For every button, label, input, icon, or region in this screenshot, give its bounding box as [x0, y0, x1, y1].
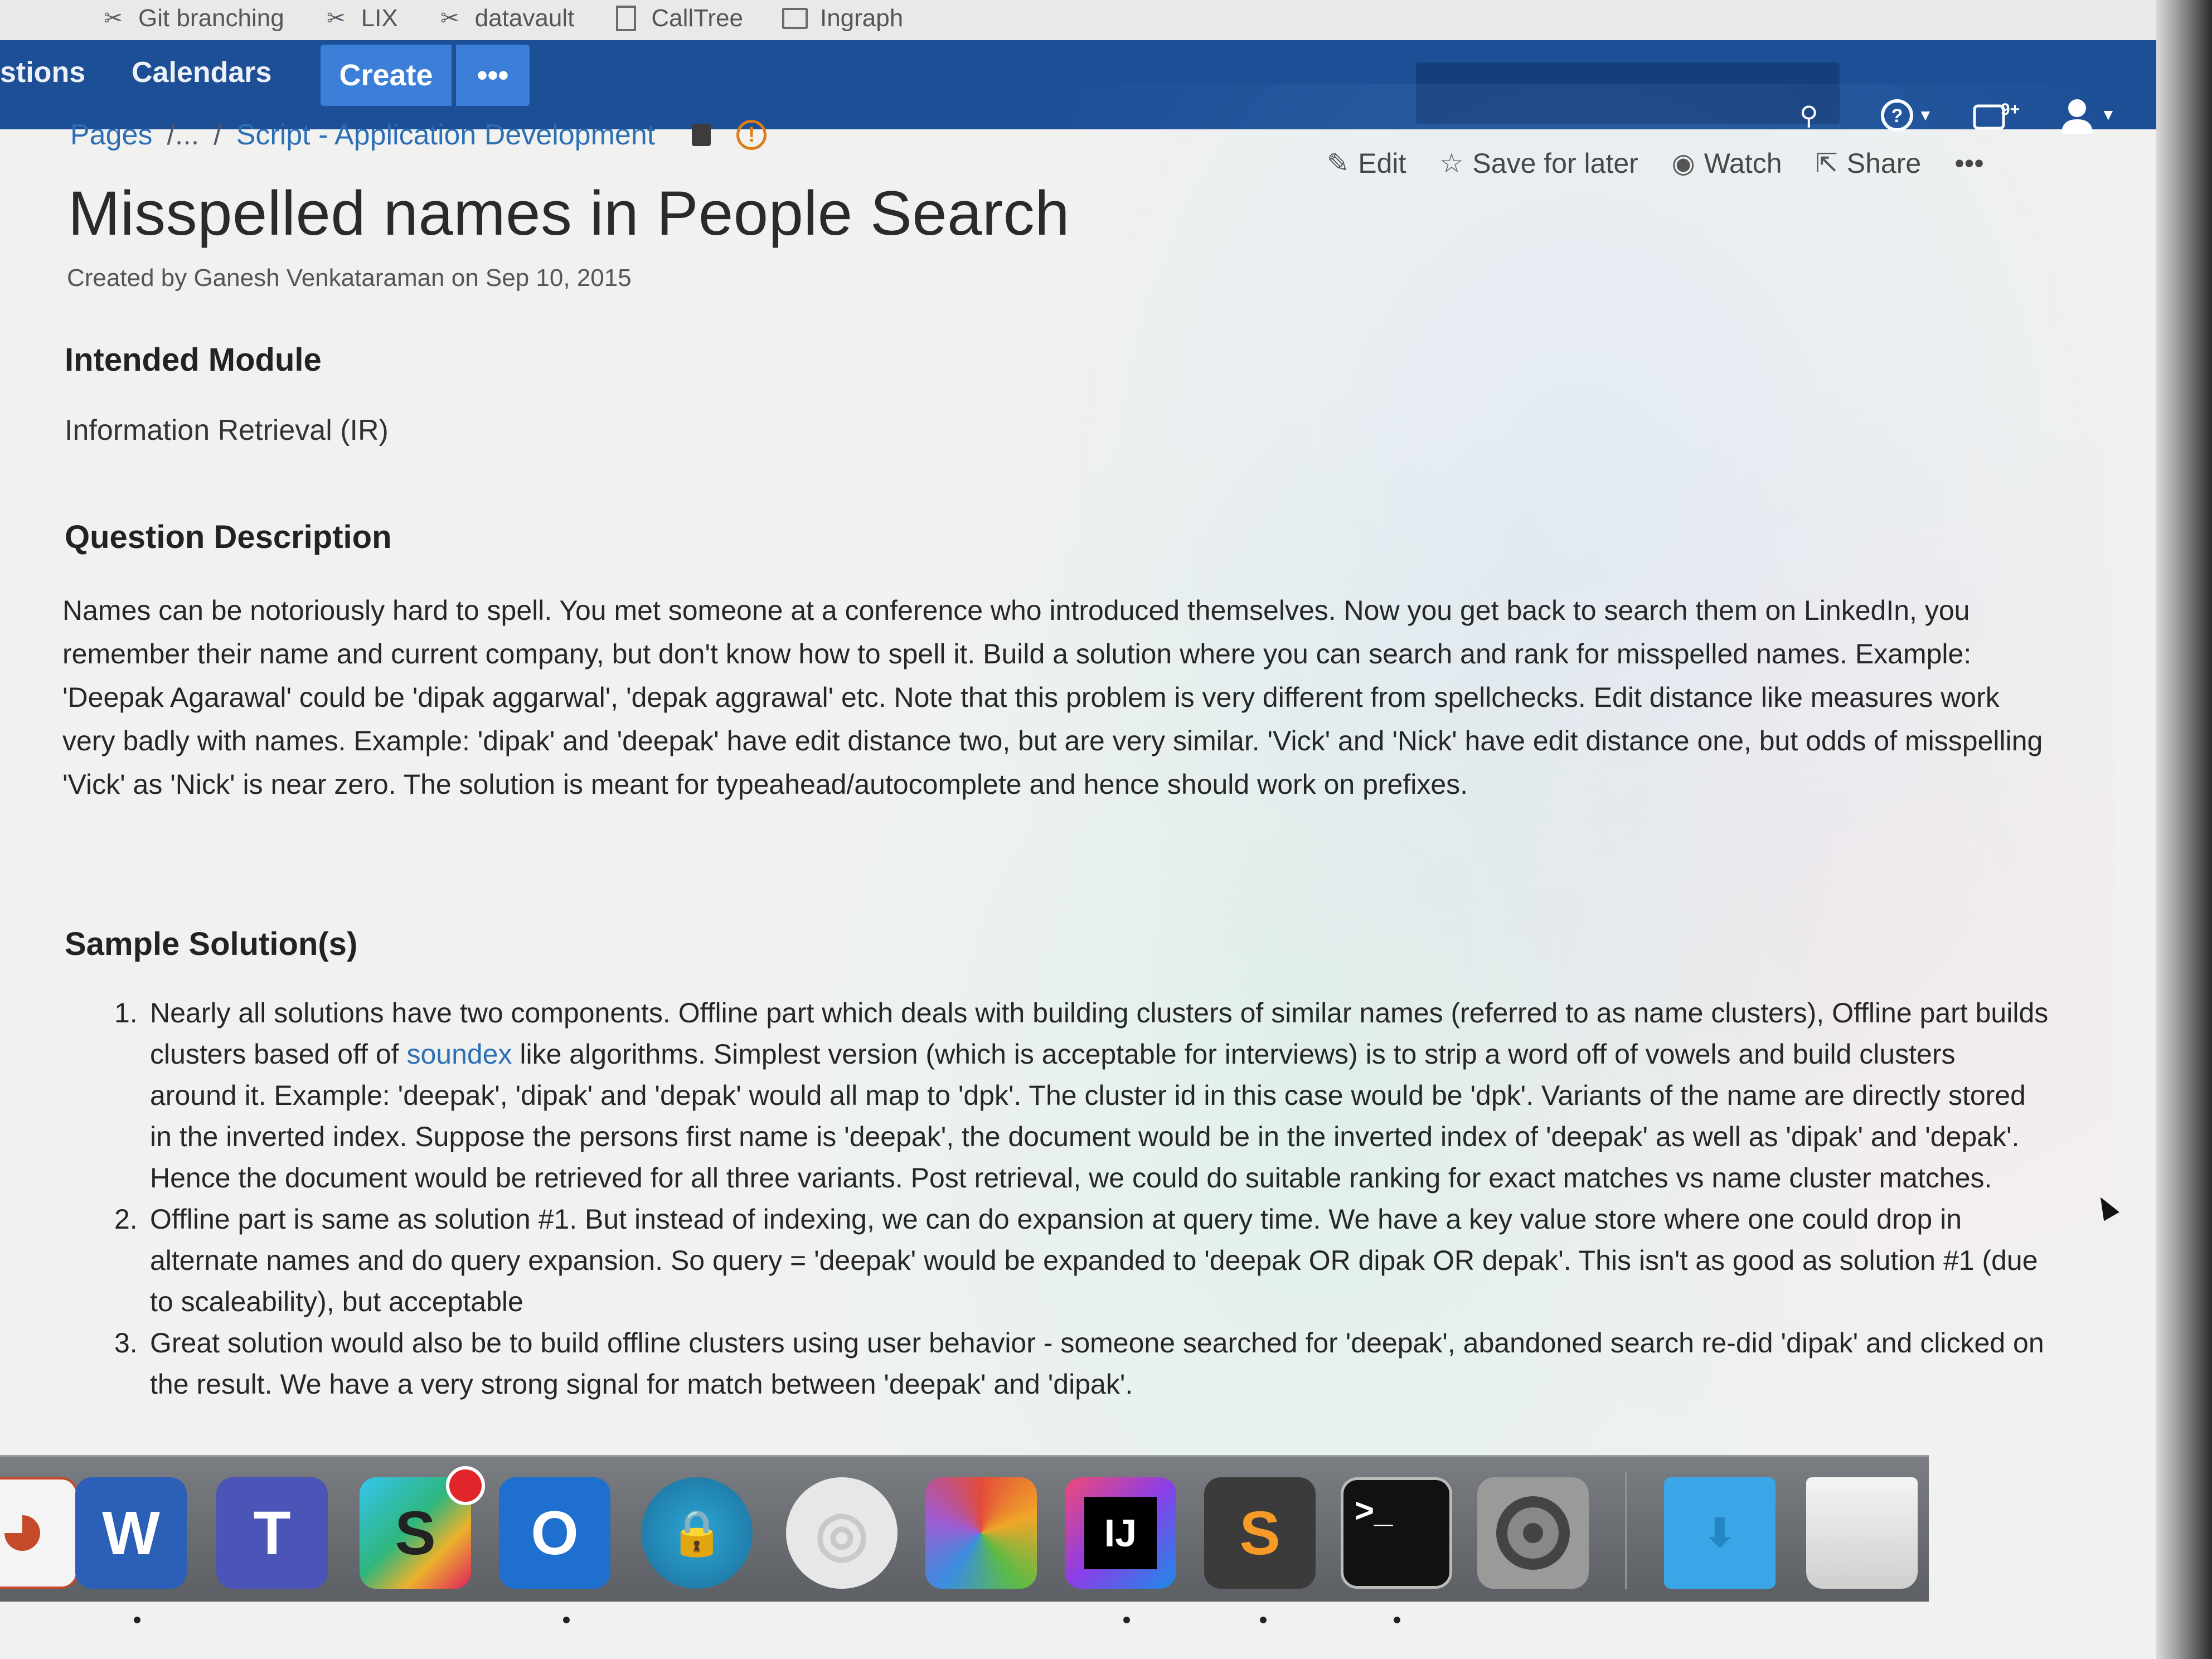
chevron-down-icon: ▼: [1918, 106, 1933, 124]
bookmark-git-branching[interactable]: ✂ Git branching: [100, 4, 284, 40]
bookmarks-bar: ✂ Git branching ✂ LIX ✂ datavault CallTr…: [0, 0, 2156, 40]
sample-solutions-heading: Sample Solution(s): [65, 926, 358, 962]
list-item: 1. Nearly all solutions have two compone…: [114, 992, 2049, 1199]
question-description-text: Names can be notoriously hard to spell. …: [62, 595, 2043, 800]
save-for-later-label: Save for later: [1472, 148, 1638, 179]
list-item-number: 2.: [114, 1204, 138, 1235]
running-indicator: [563, 1617, 570, 1623]
intended-module-heading: Intended Module: [65, 342, 322, 378]
chevron-down-icon: ▼: [2101, 106, 2116, 123]
watch-button[interactable]: ◉ Watch: [1672, 147, 1782, 180]
list-item-number: 3.: [114, 1327, 138, 1359]
terminal-icon[interactable]: >_: [1341, 1477, 1452, 1589]
teams-icon[interactable]: T: [216, 1477, 328, 1589]
intellij-icon[interactable]: IJ: [1065, 1477, 1176, 1589]
sublime-icon[interactable]: S: [1204, 1477, 1316, 1589]
breadcrumb-separator: /: [214, 119, 222, 151]
star-icon: ☆: [1439, 149, 1464, 178]
share-label: Share: [1846, 148, 1922, 179]
dock-separator: [1625, 1472, 1627, 1589]
breadcrumb-current[interactable]: Script - Application Development: [236, 118, 656, 152]
outlook-icon[interactable]: O: [499, 1477, 610, 1589]
trash-icon[interactable]: [1806, 1477, 1918, 1589]
create-button[interactable]: Create: [321, 45, 452, 106]
tool-icon: ✂: [326, 6, 346, 31]
bookmark-label: Ingraph: [819, 4, 904, 32]
list-item-number: 1.: [114, 997, 138, 1029]
svg-text:?: ?: [1891, 105, 1903, 127]
watch-label: Watch: [1704, 148, 1782, 179]
running-indicator: [134, 1617, 140, 1623]
list-item: 3. Great solution would also be to build…: [114, 1322, 2049, 1405]
solution-text: Offline part is same as solution #1. But…: [150, 1204, 2038, 1317]
bookmark-datavault[interactable]: ✂ datavault: [437, 4, 575, 40]
solutions-list: 1. Nearly all solutions have two compone…: [114, 992, 2049, 1405]
vpn-icon[interactable]: 🔒: [641, 1477, 753, 1589]
wifi-icon[interactable]: ◎: [786, 1477, 898, 1589]
more-menu-button[interactable]: •••: [456, 45, 530, 106]
page-icon: [613, 6, 639, 31]
notifications-icon[interactable]: 9+: [1972, 98, 2026, 133]
help-icon[interactable]: ? ▼: [1880, 98, 1933, 133]
bookmark-label: CallTree: [651, 4, 743, 32]
lock-icon: 🔒: [669, 1508, 725, 1558]
bookmark-ingraph[interactable]: Ingraph: [782, 4, 903, 40]
app-header: stions Calendars Create •••: [0, 40, 2156, 129]
page-title: Misspelled names in People Search: [68, 178, 1070, 248]
colors-icon[interactable]: [925, 1477, 1037, 1589]
breadcrumb-ellipsis[interactable]: /...: [167, 118, 199, 152]
list-item: 2. Offline part is same as solution #1. …: [114, 1199, 2049, 1322]
pencil-icon: ✎: [1327, 149, 1350, 178]
folder-icon: [782, 7, 808, 30]
notification-badge: [446, 1466, 485, 1505]
edit-label: Edit: [1358, 148, 1406, 179]
system-preferences-icon[interactable]: [1477, 1477, 1589, 1589]
bookmark-label: LIX: [361, 4, 398, 32]
solution-text: Great solution would also be to build of…: [150, 1327, 2044, 1400]
download-arrow-icon: ⬇: [1703, 1511, 1736, 1555]
soundex-link[interactable]: soundex: [406, 1039, 512, 1070]
more-actions-button[interactable]: •••: [1954, 147, 1984, 180]
word-icon[interactable]: W: [75, 1477, 187, 1589]
bookmark-lix[interactable]: ✂ LIX: [323, 4, 398, 40]
page-actions: ✎ Edit ☆ Save for later ◉ Watch ⇱ Share …: [1327, 147, 1984, 180]
running-indicator: [1123, 1617, 1130, 1623]
mouse-cursor: [2093, 1192, 2119, 1221]
user-avatar-icon[interactable]: ▼: [2057, 95, 2116, 135]
save-for-later-button[interactable]: ☆ Save for later: [1439, 147, 1638, 180]
share-button[interactable]: ⇱ Share: [1816, 147, 1922, 180]
powerpoint-icon[interactable]: [0, 1477, 78, 1589]
share-icon: ⇱: [1815, 149, 1838, 178]
eye-icon: ◉: [1671, 149, 1695, 178]
bookmark-label: datavault: [474, 4, 575, 32]
nav-calendars[interactable]: Calendars: [132, 56, 271, 89]
search-icon[interactable]: ⚲: [1799, 100, 1818, 130]
question-description-heading: Question Description: [65, 519, 392, 555]
screen: ✂ Git branching ✂ LIX ✂ datavault CallTr…: [0, 0, 2156, 1659]
downloads-folder-icon[interactable]: ⬇: [1664, 1477, 1776, 1589]
nav-questions[interactable]: stions: [0, 56, 85, 89]
bookmark-calltree[interactable]: CallTree: [613, 4, 743, 40]
breadcrumb-pages[interactable]: Pages: [70, 118, 152, 152]
running-indicator: [1260, 1617, 1267, 1623]
tool-icon: ✂: [104, 6, 123, 31]
lock-icon[interactable]: [692, 124, 711, 146]
screen-bezel: [2156, 0, 2212, 1659]
intended-module-value: Information Retrieval (IR): [65, 414, 389, 447]
page-byline: Created by Ganesh Venkataraman on Sep 10…: [67, 264, 632, 292]
alert-icon[interactable]: !: [736, 120, 767, 150]
intellij-label: IJ: [1084, 1497, 1157, 1569]
search-input[interactable]: [1416, 62, 1840, 124]
tool-icon: ✂: [440, 6, 459, 31]
bookmark-label: Git branching: [138, 4, 284, 32]
svg-text:9+: 9+: [2001, 100, 2020, 119]
edit-button[interactable]: ✎ Edit: [1327, 147, 1406, 180]
running-indicator: [1394, 1617, 1400, 1623]
breadcrumb: Pages /... / Script - Application Develo…: [70, 118, 767, 152]
